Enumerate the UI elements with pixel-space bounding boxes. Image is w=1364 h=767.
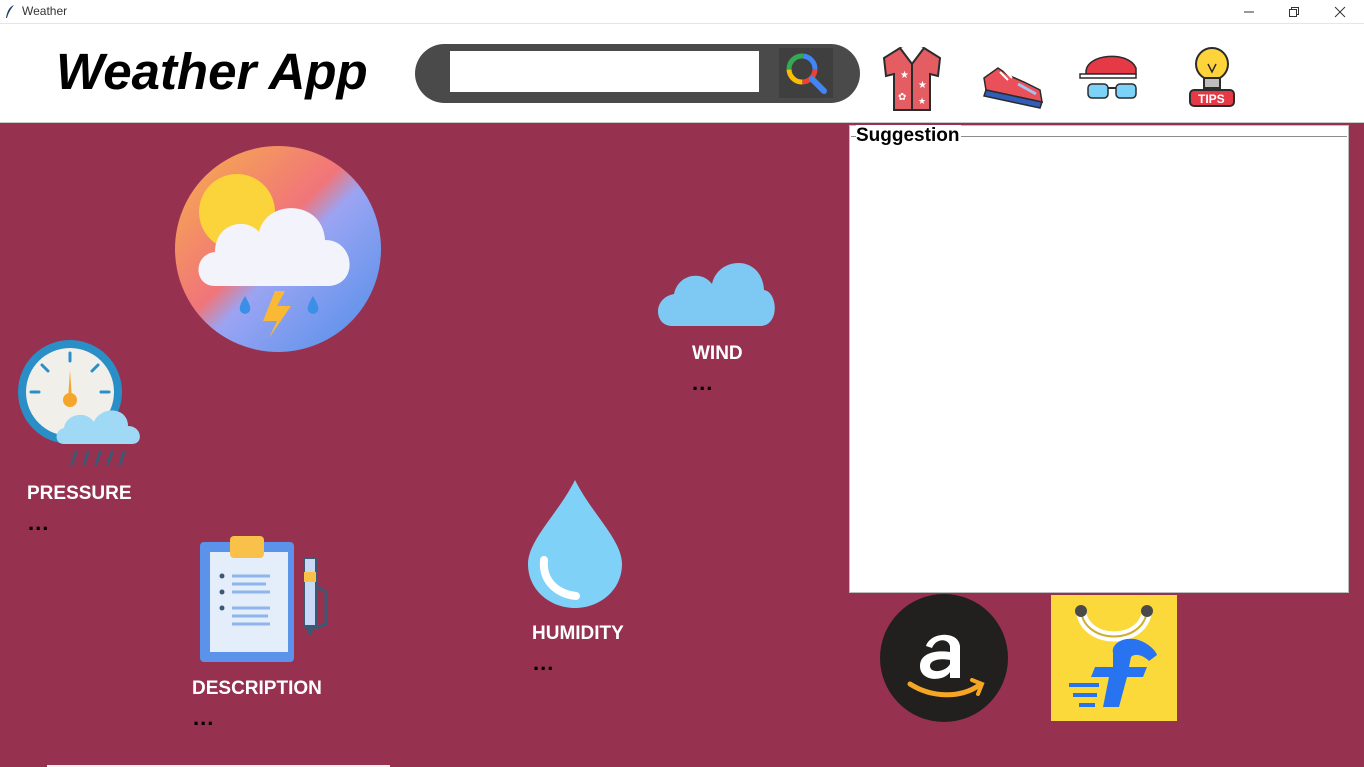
city-search-input[interactable] [450, 51, 759, 92]
search-icon [786, 53, 827, 94]
weather-condition-icon [175, 146, 381, 352]
window-title-bar: Weather [0, 0, 1364, 24]
shoes-suggestion-button[interactable] [978, 42, 1043, 112]
app-title: Weather App [56, 43, 368, 100]
svg-text:★: ★ [900, 70, 909, 81]
restore-icon [1289, 6, 1299, 17]
description-value: ... [193, 705, 215, 730]
close-button[interactable] [1317, 0, 1363, 23]
shirt-icon: ★ ★ ✿ ★ [882, 46, 942, 111]
accessories-suggestion-button[interactable] [1078, 42, 1142, 112]
app-header: Weather App ★ ★ ✿ ★ TIPS [0, 24, 1364, 123]
tips-label: TIPS [1198, 92, 1225, 106]
close-icon [1334, 6, 1346, 17]
pressure-label: PRESSURE [27, 483, 132, 504]
suggestion-title: Suggestion [856, 125, 962, 147]
minimize-button[interactable] [1226, 0, 1272, 23]
wind-value: ... [692, 370, 714, 395]
wind-cloud-icon [658, 262, 775, 326]
feather-icon [6, 5, 14, 18]
pressure-gauge-icon [18, 340, 140, 466]
humidity-label: HUMIDITY [532, 623, 624, 644]
svg-text:★: ★ [918, 80, 927, 91]
minimize-icon [1244, 11, 1254, 12]
amazon-logo-icon [880, 594, 1008, 722]
humidity-value: ... [533, 650, 555, 675]
cap-glasses-icon [1079, 55, 1137, 99]
amazon-button[interactable] [880, 594, 1008, 722]
suggestion-content [851, 136, 1347, 592]
clipboard-icon [200, 536, 328, 662]
window-title: Weather [22, 4, 68, 18]
flipkart-button[interactable] [1051, 595, 1177, 721]
shoe-icon [983, 67, 1043, 109]
pressure-value: ... [28, 510, 50, 535]
clothes-suggestion-button[interactable]: ★ ★ ✿ ★ [880, 42, 944, 112]
svg-text:★: ★ [918, 97, 926, 107]
flipkart-logo-icon [1051, 595, 1177, 721]
description-label: DESCRIPTION [192, 678, 322, 699]
humidity-drop-icon [528, 480, 622, 608]
search-button[interactable] [779, 48, 833, 98]
wind-label: WIND [692, 343, 743, 364]
svg-text:✿: ✿ [898, 92, 906, 103]
tips-button[interactable]: TIPS [1182, 42, 1246, 112]
restore-button[interactable] [1271, 0, 1317, 23]
